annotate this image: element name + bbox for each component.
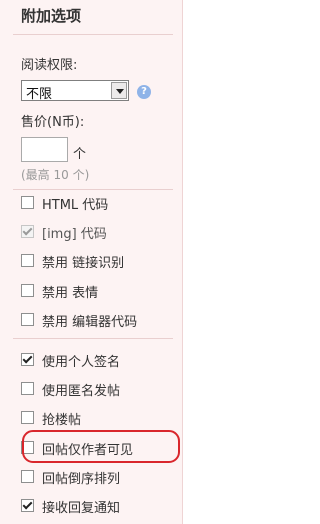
option-label: HTML 代码 [42, 198, 109, 213]
read-permission-label: 阅读权限: [21, 58, 78, 73]
checkbox-img-code[interactable] [21, 225, 34, 238]
panel-title: 附加选项 [21, 7, 82, 25]
option-label: 禁用 编辑器代码 [42, 315, 138, 330]
checkbox-use-signature[interactable] [21, 353, 34, 366]
checkbox-disable-link-detect[interactable] [21, 254, 34, 267]
price-label: 售价(N币): [21, 115, 85, 130]
option-label: 禁用 表情 [42, 286, 99, 301]
price-unit: 个 [73, 147, 87, 162]
option-label: 回帖倒序排列 [42, 472, 121, 487]
read-permission-value: 不限 [26, 87, 53, 102]
highlight-annotation [22, 430, 180, 463]
option-label: 使用匿名发帖 [42, 384, 121, 399]
divider [13, 338, 173, 339]
checkbox-reverse-replies[interactable] [21, 470, 34, 483]
price-hint: (最高 10 个) [21, 168, 90, 182]
checkbox-floor-grab[interactable] [21, 411, 34, 424]
checkbox-anonymous-post[interactable] [21, 382, 34, 395]
read-permission-select[interactable]: 不限 [21, 80, 129, 102]
divider [13, 189, 173, 190]
chevron-down-icon[interactable] [111, 82, 127, 99]
option-label: [img] 代码 [42, 227, 107, 242]
checkbox-reply-notification[interactable] [21, 499, 34, 512]
option-label: 禁用 链接识别 [42, 256, 125, 271]
checkbox-html-code[interactable] [21, 196, 34, 209]
help-icon[interactable]: ? [137, 85, 151, 99]
option-label: 抢楼帖 [42, 413, 82, 428]
title-divider [13, 34, 173, 35]
checkbox-disable-emoticons[interactable] [21, 284, 34, 297]
option-label: 使用个人签名 [42, 355, 121, 370]
price-input[interactable] [21, 137, 68, 162]
checkbox-disable-editor-code[interactable] [21, 313, 34, 326]
option-label: 接收回复通知 [42, 501, 121, 516]
